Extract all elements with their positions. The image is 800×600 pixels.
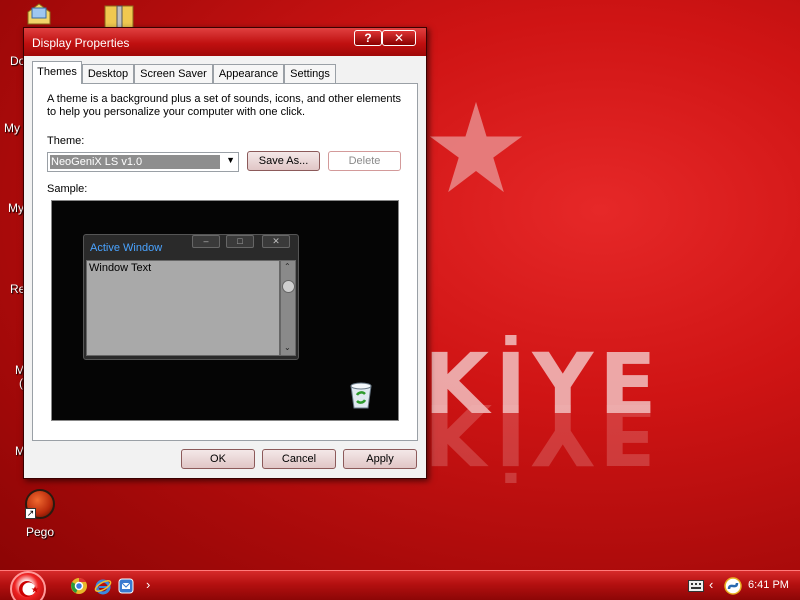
scroll-thumb bbox=[282, 280, 295, 293]
theme-sample-preview: Active Window – □ ✕ Window Text ⌃ ⌄ bbox=[51, 200, 399, 421]
dropdown-arrow-icon[interactable]: ▼ bbox=[226, 155, 235, 165]
close-button[interactable]: ✕ bbox=[382, 30, 416, 46]
window-title: Display Properties bbox=[32, 36, 130, 50]
scroll-down-icon: ⌄ bbox=[284, 343, 291, 352]
pego-label[interactable]: Pego bbox=[26, 525, 54, 539]
sample-label: Sample: bbox=[47, 183, 88, 195]
sample-active-window: Active Window – □ ✕ Window Text ⌃ ⌄ bbox=[83, 234, 299, 360]
clock[interactable]: 6:41 PM bbox=[748, 579, 789, 591]
theme-dropdown-value: NeoGeniX LS v1.0 bbox=[50, 155, 220, 169]
internet-explorer-icon[interactable] bbox=[94, 577, 112, 595]
cancel-button[interactable]: Cancel bbox=[262, 449, 336, 469]
theme-dropdown[interactable]: NeoGeniX LS v1.0 ▼ bbox=[47, 152, 239, 172]
sample-minimize-icon: – bbox=[192, 235, 220, 248]
sample-window-body: Window Text bbox=[86, 260, 280, 356]
desktop-icon-label[interactable]: My bbox=[4, 121, 20, 135]
tab-desktop[interactable]: Desktop bbox=[82, 64, 134, 83]
sample-close-icon: ✕ bbox=[262, 235, 290, 248]
desktop-icon-label[interactable]: My bbox=[8, 201, 24, 215]
crescent-star-icon bbox=[19, 581, 39, 597]
tab-screen-saver[interactable]: Screen Saver bbox=[134, 64, 213, 83]
delete-button[interactable]: Delete bbox=[328, 151, 401, 171]
tab-settings[interactable]: Settings bbox=[284, 64, 336, 83]
start-button[interactable] bbox=[10, 571, 46, 600]
documents-icon[interactable] bbox=[26, 2, 52, 26]
sample-active-window-title: Active Window bbox=[90, 242, 163, 254]
outlook-express-icon[interactable] bbox=[117, 577, 135, 595]
wallpaper-star bbox=[429, 101, 523, 193]
shortcut-arrow-icon: ↗ bbox=[25, 508, 36, 519]
sample-scrollbar: ⌃ ⌄ bbox=[280, 260, 296, 356]
keyboard-icon[interactable] bbox=[688, 580, 704, 592]
scroll-up-icon: ⌃ bbox=[284, 262, 291, 271]
save-as-button[interactable]: Save As... bbox=[247, 151, 320, 171]
sample-maximize-icon: □ bbox=[226, 235, 254, 248]
wallpaper-text-reflection: KİYE bbox=[424, 385, 663, 483]
sample-window-text: Window Text bbox=[89, 262, 152, 274]
tab-appearance[interactable]: Appearance bbox=[213, 64, 284, 83]
quick-launch-chevron[interactable]: › bbox=[146, 577, 150, 592]
taskbar: › ‹ 6:41 PM bbox=[0, 570, 800, 600]
tray-app-icon[interactable] bbox=[724, 577, 742, 595]
recycle-bin-icon bbox=[350, 382, 372, 409]
help-button[interactable]: ? bbox=[354, 30, 382, 46]
tray-expand-icon[interactable]: ‹ bbox=[709, 577, 713, 592]
display-properties-window: Display Properties ? ✕ Themes Desktop Sc… bbox=[23, 27, 427, 479]
chrome-icon[interactable] bbox=[70, 577, 88, 595]
apply-button[interactable]: Apply bbox=[343, 449, 417, 469]
theme-label: Theme: bbox=[47, 135, 85, 147]
window-titlebar[interactable]: Display Properties ? ✕ bbox=[24, 28, 426, 56]
ok-button[interactable]: OK bbox=[181, 449, 255, 469]
themes-panel: A theme is a background plus a set of so… bbox=[32, 83, 418, 441]
tab-themes[interactable]: Themes bbox=[32, 61, 82, 84]
zip-folder-icon[interactable] bbox=[104, 2, 134, 28]
theme-description: A theme is a background plus a set of so… bbox=[47, 93, 402, 118]
